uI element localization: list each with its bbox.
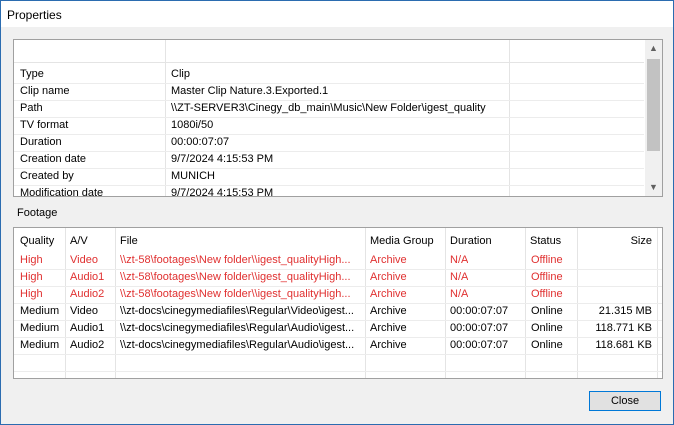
cell-av: Video [70,254,98,266]
property-key: Duration [20,136,62,148]
table-row-empty [14,354,662,372]
cell-file: \\zt-docs\cinegymediafiles\Regular\Video… [120,305,354,317]
cell-duration: 00:00:07:07 [450,305,509,317]
cell-status: Offline [531,288,563,300]
cell-file: \\zt-58\footages\New folder\\igest_quali… [120,254,351,266]
cell-status: Offline [531,254,563,266]
cell-media-group: Archive [370,254,407,266]
cell-media-group: Archive [370,322,407,334]
cell-av: Video [70,305,98,317]
property-row[interactable]: Modification date 9/7/2024 4:15:53 PM [14,185,644,197]
property-row[interactable]: TV format 1080i/50 [14,117,644,135]
chevron-down-icon[interactable]: ▼ [645,179,662,196]
table-row[interactable]: Medium Audio2 \\zt-docs\cinegymediafiles… [14,337,662,355]
cell-duration: N/A [450,271,469,283]
cell-quality: Medium [20,339,60,351]
close-button[interactable]: Close [589,391,661,411]
property-key: TV format [20,119,69,131]
property-row[interactable]: Creation date 9/7/2024 4:15:53 PM [14,151,644,169]
table-row[interactable]: High Audio1 \\zt-58\footages\New folder\… [14,269,662,287]
property-row[interactable]: Created by MUNICH [14,168,644,186]
cell-av: Audio2 [70,288,105,300]
cell-media-group: Archive [370,288,407,300]
table-row[interactable]: High Audio2 \\zt-58\footages\New folder\… [14,286,662,304]
footage-table[interactable]: Quality A/V File Media Group Duration St… [13,227,663,379]
property-value: MUNICH [171,170,215,182]
cell-av: Audio2 [70,339,105,351]
window-title: Properties [7,8,62,22]
column-header-size[interactable]: Size [582,235,652,247]
vertical-scrollbar[interactable]: ▲ ▼ [645,40,662,196]
cell-file: \\zt-58\footages\New folder\\igest_quali… [120,288,351,300]
chevron-up-icon[interactable]: ▲ [645,40,662,57]
property-key: Created by [20,170,74,182]
column-header-file[interactable]: File [120,235,138,247]
cell-status: Online [531,322,563,334]
cell-media-group: Archive [370,339,407,351]
cell-media-group: Archive [370,271,407,283]
column-header-media-group[interactable]: Media Group [370,235,434,247]
cell-size: 118.681 KB [595,339,652,351]
property-row[interactable]: Type Clip [14,66,644,84]
table-row[interactable]: Medium Video \\zt-docs\cinegymediafiles\… [14,303,662,321]
cell-av: Audio1 [70,271,105,283]
cell-status: Offline [531,271,563,283]
properties-dialog: Properties Type Clip Clip name Master Cl… [0,0,674,425]
cell-quality: Medium [20,322,60,334]
footage-label: Footage [17,207,58,219]
cell-duration: N/A [450,254,469,266]
cell-status: Online [531,339,563,351]
properties-list[interactable]: Type Clip Clip name Master Clip Nature.3… [13,39,663,197]
cell-file: \\zt-docs\cinegymediafiles\Regular\Audio… [120,339,355,351]
property-row[interactable]: Path \\ZT-SERVER3\Cinegy_db_main\Music\N… [14,100,644,118]
cell-file: \\zt-docs\cinegymediafiles\Regular\Audio… [120,322,355,334]
cell-quality: Medium [20,305,60,317]
table-header: Quality A/V File Media Group Duration St… [14,228,662,252]
property-row[interactable]: Clip name Master Clip Nature.3.Exported.… [14,83,644,101]
column-header-quality[interactable]: Quality [20,235,54,247]
cell-quality: High [20,271,43,283]
cell-av: Audio1 [70,322,105,334]
property-key: Type [20,68,44,80]
table-row[interactable]: High Video \\zt-58\footages\New folder\\… [14,252,662,270]
cell-quality: High [20,288,43,300]
property-key: Path [20,102,43,114]
cell-quality: High [20,254,43,266]
cell-duration: 00:00:07:07 [450,322,509,334]
cell-size: 118.771 KB [595,322,652,334]
table-row[interactable]: Medium Audio1 \\zt-docs\cinegymediafiles… [14,320,662,338]
cell-size: 21.315 MB [598,305,652,317]
header-divider [14,62,644,63]
cell-duration: N/A [450,288,469,300]
property-value: Clip [171,68,190,80]
column-header-status[interactable]: Status [530,235,561,247]
property-value: 00:00:07:07 [171,136,230,148]
cell-status: Online [531,305,563,317]
property-value: Master Clip Nature.3.Exported.1 [171,85,329,97]
property-value: 9/7/2024 4:15:53 PM [171,187,274,197]
property-value: 1080i/50 [171,119,214,131]
title-bar: Properties [1,1,673,27]
property-value: \\ZT-SERVER3\Cinegy_db_main\Music\New Fo… [171,102,486,114]
property-value: 9/7/2024 4:15:53 PM [171,153,274,165]
cell-file: \\zt-58\footages\New folder\\igest_quali… [120,271,351,283]
property-key: Creation date [20,153,87,165]
property-row[interactable]: Duration 00:00:07:07 [14,134,644,152]
cell-media-group: Archive [370,305,407,317]
cell-duration: 00:00:07:07 [450,339,509,351]
property-key: Clip name [20,85,70,97]
scrollbar-thumb[interactable] [647,59,660,151]
column-header-duration[interactable]: Duration [450,235,492,247]
property-key: Modification date [20,187,104,197]
column-header-av[interactable]: A/V [70,235,88,247]
